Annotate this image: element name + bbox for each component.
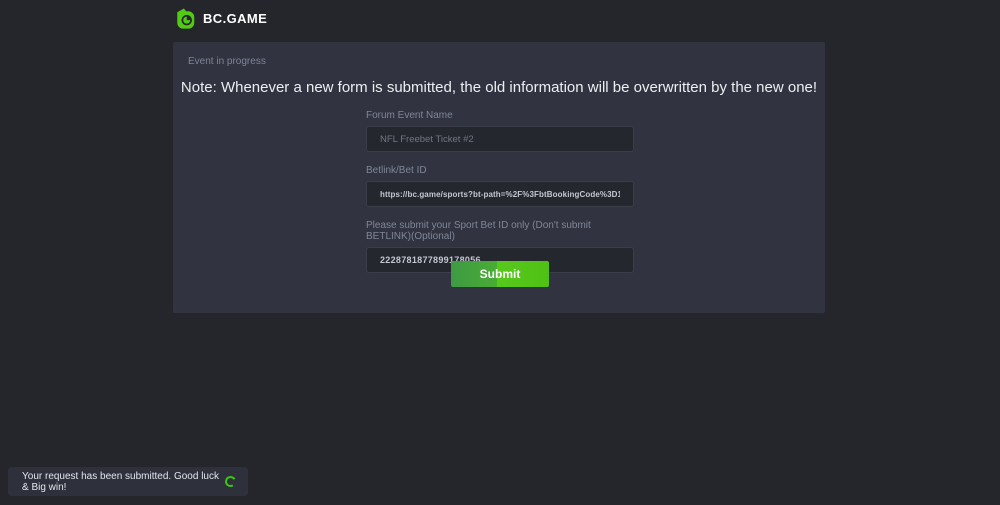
forum-event-name-input[interactable] [366,126,634,152]
betlink-label: Betlink/Bet ID [366,165,634,176]
bc-game-logo[interactable]: BC.GAME [175,8,267,29]
bc-game-logo-icon [175,8,196,29]
betlink-input[interactable] [366,181,634,207]
field-betlink: Betlink/Bet ID [366,165,634,207]
toast-message: Your request has been submitted. Good lu… [22,471,225,493]
toast-spinner-icon [224,475,237,488]
event-status-label: Event in progress [188,56,266,67]
forum-event-name-label: Forum Event Name [366,110,634,121]
top-header: BC.GAME [0,0,1000,40]
overwrite-note: Note: Whenever a new form is submitted, … [173,79,825,96]
sport-bet-id-label: Please submit your Sport Bet ID only (Do… [366,220,634,242]
field-forum-event-name: Forum Event Name [366,110,634,152]
event-form: Forum Event Name Betlink/Bet ID Please s… [366,110,634,286]
brand-name: BC.GAME [203,11,267,26]
submit-button[interactable]: Submit [451,261,549,287]
event-panel: Event in progress Note: Whenever a new f… [173,42,825,313]
success-toast[interactable]: Your request has been submitted. Good lu… [8,467,248,496]
